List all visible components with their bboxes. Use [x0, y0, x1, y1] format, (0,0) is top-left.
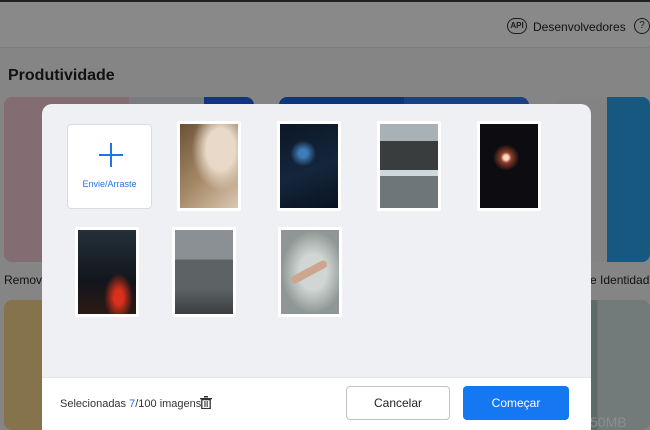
night-portrait-photo-icon	[280, 124, 338, 208]
image-thumbnail[interactable]	[377, 121, 441, 211]
dialog-footer: Selecionadas 7/100 imagens Cancelar Come…	[42, 377, 591, 430]
mountain-landscape-photo-icon	[380, 124, 438, 208]
image-thumbnail[interactable]	[277, 121, 341, 211]
start-button[interactable]: Começar	[463, 386, 569, 420]
trash-icon[interactable]	[200, 396, 212, 409]
image-thumbnail[interactable]	[172, 227, 236, 317]
selection-prefix: Selecionadas	[60, 398, 130, 410]
plus-icon	[99, 143, 123, 167]
image-select-dialog: Envie/Arraste Selecionadas 7/100 imagens	[42, 104, 591, 430]
image-thumbnail[interactable]	[278, 227, 342, 317]
image-thumbnail[interactable]	[75, 227, 139, 317]
upload-label: Envie/Arraste	[82, 179, 137, 189]
foggy-street-photo-icon	[175, 230, 233, 314]
selection-suffix: /100 imagens	[135, 398, 202, 410]
upload-tile[interactable]: Envie/Arraste	[67, 124, 152, 209]
sparkler-photo-icon	[480, 124, 538, 208]
selection-count: Selecionadas 7/100 imagens	[60, 398, 201, 410]
cancel-button[interactable]: Cancelar	[346, 386, 450, 420]
image-thumbnail[interactable]	[477, 121, 541, 211]
tattooed-arm-photo-icon	[281, 230, 339, 314]
night-traffic-photo-icon	[78, 230, 136, 314]
image-thumbnail[interactable]	[177, 121, 241, 211]
portrait-photo-icon	[180, 124, 238, 208]
